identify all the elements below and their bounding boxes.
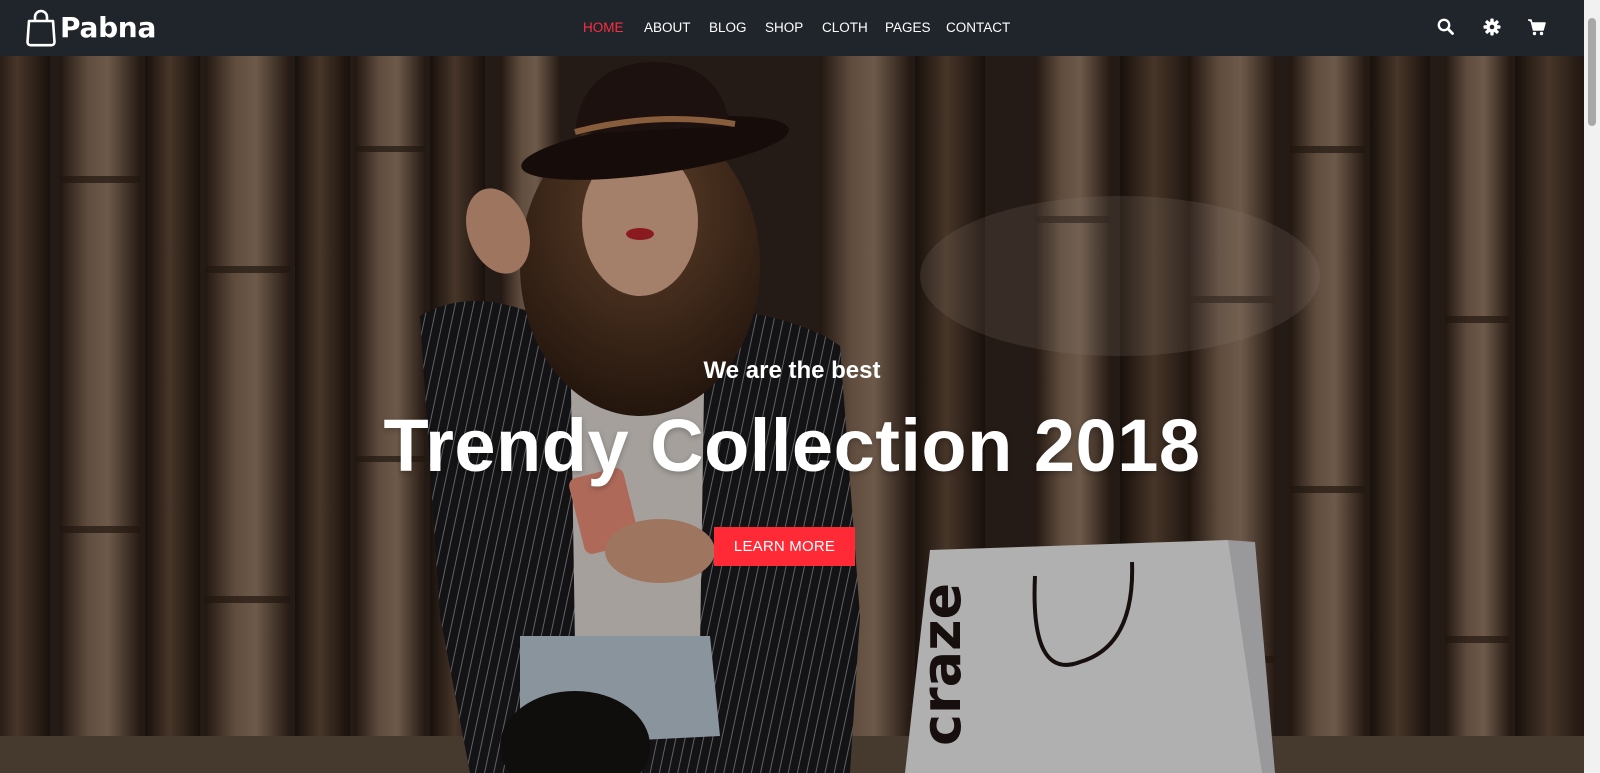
main-nav: HOME ABOUT BLOG SHOP CLOTH PAGES CONTACT [0,0,1584,56]
nav-contact[interactable]: CONTACT [946,19,1010,37]
page-scrollbar[interactable] [1584,0,1600,773]
hero-banner: craze We are the best Trendy Collection … [0,56,1584,773]
nav-shop[interactable]: SHOP [765,19,803,37]
nav-pages[interactable]: PAGES [885,19,931,37]
hero-subtitle: We are the best [703,357,881,384]
nav-cloth[interactable]: CLOTH [822,19,868,37]
scrollbar-thumb[interactable] [1588,18,1596,126]
gear-icon[interactable] [1481,16,1503,38]
nav-home[interactable]: HOME [583,19,624,37]
navbar: Pabna HOME ABOUT BLOG SHOP CLOTH PAGES C… [0,0,1584,56]
nav-blog[interactable]: BLOG [709,19,747,37]
cart-icon[interactable] [1526,16,1548,38]
hero-title: Trendy Collection 2018 [383,404,1201,487]
search-icon[interactable] [1435,16,1457,38]
learn-more-button[interactable]: LEARN MORE [714,527,855,566]
nav-about[interactable]: ABOUT [644,19,691,37]
